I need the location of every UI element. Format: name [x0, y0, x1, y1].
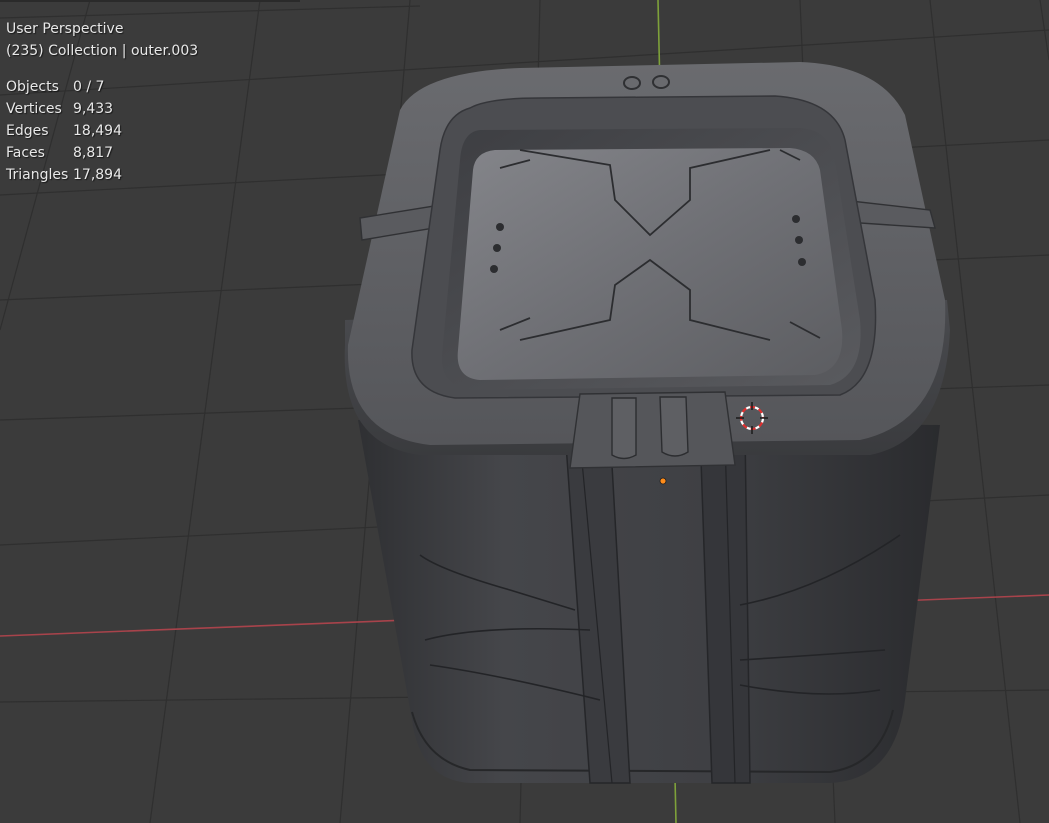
- object-origin-dot: [659, 477, 667, 485]
- stat-value-vertices: 9,433: [73, 101, 114, 117]
- 3d-viewport[interactable]: User Perspective (235) Collection | oute…: [0, 0, 1049, 823]
- stat-value-triangles: 17,894: [73, 167, 122, 183]
- latch-handle-left[interactable]: [611, 397, 637, 460]
- container-model[interactable]: [344, 62, 950, 784]
- viewport-text-overlay: User Perspective (235) Collection | oute…: [6, 18, 198, 186]
- collection-context: (235) Collection | outer.003: [6, 43, 199, 59]
- stat-label-objects: Objects: [6, 79, 59, 95]
- stat-value-edges: 18,494: [73, 123, 122, 139]
- stat-label-triangles: Triangles: [6, 167, 69, 183]
- stat-label-vertices: Vertices: [6, 101, 62, 117]
- stat-label-edges: Edges: [6, 123, 49, 139]
- latch-handle-right[interactable]: [659, 396, 689, 457]
- stat-value-objects: 0 / 7: [73, 79, 105, 95]
- hatch-panel: [457, 148, 843, 380]
- stat-value-faces: 8,817: [73, 145, 114, 161]
- stat-label-faces: Faces: [6, 145, 45, 161]
- container-body: [358, 420, 940, 783]
- header-edge: [0, 0, 300, 2]
- view-name: User Perspective: [6, 21, 124, 37]
- scene-statistics: Objects 0 / 7 Vertices 9,433 Edges 18,49…: [6, 76, 198, 186]
- front-latch[interactable]: [569, 391, 736, 469]
